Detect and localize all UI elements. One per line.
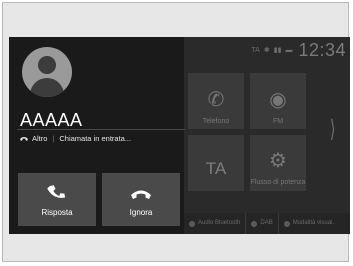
power-flow-icon: ⚙ [269, 150, 287, 172]
phone-answer-icon [47, 185, 66, 198]
answer-label: Risposta [41, 208, 73, 217]
phone-hangup-icon [131, 190, 151, 199]
dab-icon [251, 220, 258, 227]
tile-phone[interactable]: ✆ Telefono [188, 73, 244, 129]
bottom-item-bluetooth-audio[interactable]: Audio Bluetooth [184, 213, 245, 234]
phone-icon: ✆ [207, 89, 225, 111]
tile-label: Telefono [202, 118, 230, 125]
radio-icon: ◉ [269, 89, 287, 111]
bluetooth-icon: ✱ [263, 47, 270, 54]
phone-type-icon [20, 137, 28, 141]
separator: | [52, 134, 55, 143]
tile-fm[interactable]: ◉ FM [250, 73, 306, 129]
bluetooth-icon [189, 220, 195, 227]
avatar [22, 47, 72, 97]
bottom-item-label: Audio Bluetooth [198, 220, 241, 226]
bottom-item-label: DAB [260, 220, 273, 226]
chevron-right-icon[interactable]: ⟩ [330, 115, 336, 144]
incoming-call-panel: AAAAA Altro | Chiamata in entrata... Ris… [9, 37, 185, 234]
caller-type: Altro [32, 134, 48, 143]
caller-name: AAAAA [20, 110, 83, 130]
tile-label: TA [205, 159, 227, 178]
manual-figure-frame: TA ✱ ▮▮ ▬ 12:34 ✆ Telefono ◉ FM TA ⚙ Flu… [2, 2, 350, 262]
divider [17, 129, 185, 130]
bottom-item-dab[interactable]: DAB [245, 213, 277, 234]
ignore-label: Ignora [129, 208, 153, 217]
clock: 12:34 [298, 39, 346, 60]
bottom-item-label: Modalità visual. [292, 220, 335, 226]
tile-power-flow[interactable]: ⚙ Flusso di potenza [250, 135, 306, 191]
tile-ta[interactable]: TA [188, 135, 244, 191]
display-mode-icon [283, 220, 290, 227]
ignore-button[interactable]: Ignora [102, 173, 180, 226]
ta-indicator: TA [251, 46, 260, 54]
battery-icon: ▬ [285, 46, 293, 54]
tile-label: Flusso di potenza [250, 179, 306, 186]
call-info: Altro | Chiamata in entrata... [19, 134, 131, 143]
avatar-head [38, 56, 56, 74]
bottom-bar: Audio Bluetooth DAB Modalità visual. [184, 213, 350, 234]
avatar-body [30, 78, 64, 97]
infotainment-screen: TA ✱ ▮▮ ▬ 12:34 ✆ Telefono ◉ FM TA ⚙ Flu… [9, 37, 350, 234]
answer-button[interactable]: Risposta [18, 173, 96, 226]
status-bar: TA ✱ ▮▮ ▬ 12:34 [251, 39, 346, 61]
call-status: Chiamata in entrata... [59, 134, 132, 143]
signal-icon: ▮▮ [273, 47, 282, 54]
tile-label: FM [272, 118, 284, 125]
bottom-item-display-mode[interactable]: Modalità visual. [277, 213, 339, 234]
